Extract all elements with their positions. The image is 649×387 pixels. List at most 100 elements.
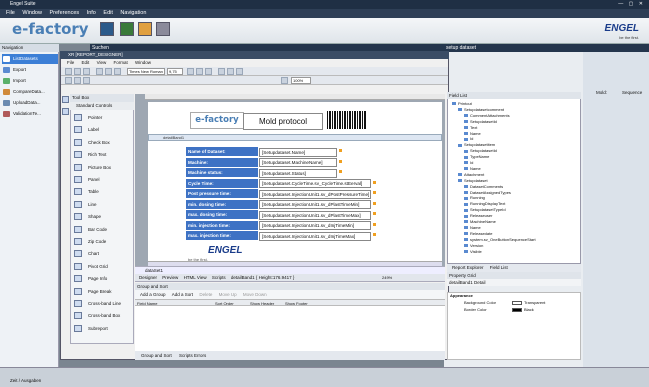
report-icon[interactable] <box>138 22 152 36</box>
field-tree-item[interactable]: SetupdatasetTypeId <box>464 207 506 212</box>
menu-info[interactable]: Info <box>87 10 96 16</box>
new-icon[interactable] <box>65 68 72 75</box>
menu-edit[interactable]: Edit <box>103 10 112 16</box>
nav-item-export[interactable]: Export <box>2 65 58 75</box>
field-tree-item[interactable]: Text <box>464 125 477 130</box>
window-controls[interactable]: — ▢ ✕ <box>618 1 645 7</box>
open-icon[interactable] <box>74 68 81 75</box>
report-value-field[interactable]: [Setupdataset.Name] <box>259 147 337 157</box>
settings-icon[interactable] <box>156 22 170 36</box>
smart-tag-icon[interactable] <box>373 201 376 205</box>
field-tree-item[interactable]: Version <box>464 243 483 248</box>
align-right-icon[interactable] <box>236 68 243 75</box>
underline-icon[interactable] <box>205 68 212 75</box>
field-tree-item[interactable]: Name <box>464 166 481 171</box>
toolbox-section[interactable]: Standard Controls <box>70 102 134 110</box>
report-value-field[interactable]: [Setupdataset.InjectionUnit1.sv_dPlastTi… <box>259 210 371 220</box>
prop-border[interactable]: Border Color Black <box>450 307 578 313</box>
designer-menu-window[interactable]: Window <box>135 60 151 65</box>
report-value-field[interactable]: [Setupdataset.InjectionUnit1.sv_dInjTime… <box>259 231 371 241</box>
tool-bar-code[interactable]: Bar Code <box>74 224 132 235</box>
report-label[interactable]: Cycle Time: <box>186 178 258 189</box>
dashboard-icon[interactable] <box>100 22 114 36</box>
tool-line[interactable]: Line <box>74 199 132 210</box>
field-tree-item[interactable]: DatasetAssignedTypes <box>464 190 511 195</box>
undo-icon[interactable] <box>105 68 112 75</box>
fieldlist-tab-icon[interactable] <box>62 108 69 115</box>
field-tree-item[interactable]: Setupdatasetcomment <box>458 107 504 112</box>
save-icon[interactable] <box>83 68 90 75</box>
tool-cross-band-line[interactable]: Cross-band Line <box>74 298 132 309</box>
nav-item-validation[interactable]: ValidationTe... <box>2 109 58 119</box>
zoom-icon[interactable] <box>281 77 288 84</box>
report-label[interactable]: min. dosing time: <box>186 199 258 210</box>
redo-icon[interactable] <box>114 68 121 75</box>
report-engel-logo[interactable]: ENGEL <box>208 245 242 256</box>
menu-navigation[interactable]: Navigation <box>120 10 146 16</box>
report-value-field[interactable]: [Setupdataset.InjectionUnit1.sv_dPostPre… <box>259 189 371 199</box>
smart-tag-icon[interactable] <box>373 233 376 236</box>
field-tree-item[interactable]: CommentAttachments <box>464 113 510 118</box>
nav-item-listdatasets[interactable]: ListDatasets <box>2 54 58 64</box>
smart-tag-icon[interactable] <box>339 170 342 173</box>
move-up-button[interactable]: Move Up <box>219 292 237 297</box>
tab-scripts-errors[interactable]: Scripts Errors <box>179 353 206 358</box>
delete-button[interactable]: Delete <box>199 292 212 297</box>
tool-picture-box[interactable]: Picture Box <box>74 162 132 173</box>
size-icon[interactable] <box>83 77 90 84</box>
detail-band[interactable]: detailBand1 <box>148 134 442 141</box>
field-tree-item[interactable]: SetupdatasetId <box>464 148 497 153</box>
tool-shape[interactable]: Shape <box>74 211 132 222</box>
field-tree-item[interactable]: Setupdataset <box>458 178 488 183</box>
field-tree-item[interactable]: Releasedate <box>464 231 492 236</box>
tool-pointer[interactable]: Pointer <box>74 112 132 123</box>
field-tree-item[interactable]: system.sv_OneButtonSequenceStart <box>464 237 536 242</box>
field-tree-item[interactable]: RunningDisplayText <box>464 201 505 206</box>
field-tree-item[interactable]: Releaseuser <box>464 213 492 218</box>
designer-menu-format[interactable]: Format <box>114 60 128 65</box>
tool-table[interactable]: Table <box>74 186 132 197</box>
tab-report-explorer[interactable]: Report Explorer <box>452 265 484 270</box>
tab-html-view[interactable]: HTML View <box>184 275 207 280</box>
menu-preferences[interactable]: Preferences <box>50 10 80 16</box>
tool-check-box[interactable]: Check Box <box>74 137 132 148</box>
menu-window[interactable]: Window <box>22 10 42 16</box>
dataset-tab[interactable]: dataSet1 <box>135 266 445 274</box>
smart-tag-icon[interactable] <box>373 191 376 194</box>
report-label[interactable]: min. injection time: <box>186 220 258 231</box>
field-tree-item[interactable]: Visible <box>464 249 482 254</box>
tool-pivot-grid[interactable]: Pivot Grid <box>74 261 132 272</box>
add-sort-button[interactable]: Add a Sort <box>172 292 193 297</box>
report-value-field[interactable]: [Setupdataset.InjectionUnit1.sv_dInjTime… <box>259 221 371 230</box>
tool-rich-text[interactable]: Rich Text <box>74 149 132 160</box>
smart-tag-icon[interactable] <box>339 149 342 152</box>
report-label[interactable]: Machine status: <box>186 168 258 178</box>
align-left-icon[interactable] <box>218 68 225 75</box>
prop-background[interactable]: Background Color Transparent <box>450 300 578 306</box>
bold-icon[interactable] <box>187 68 194 75</box>
report-label[interactable]: Machine: <box>186 157 258 168</box>
field-tree-item[interactable]: Name <box>464 131 481 136</box>
designer-menu-view[interactable]: View <box>97 60 107 65</box>
zoom-select[interactable]: 100% <box>291 77 311 84</box>
tab-scripts[interactable]: Scripts <box>212 275 226 280</box>
property-subject-select[interactable]: detailBand1 Detail <box>447 279 581 286</box>
italic-icon[interactable] <box>196 68 203 75</box>
smart-tag-icon[interactable] <box>339 159 342 163</box>
report-value-field[interactable]: [Setupdataset.InjectionUnit1.sv_dPlastTi… <box>259 200 371 209</box>
tool-page-break[interactable]: Page Break <box>74 286 132 297</box>
report-value-field[interactable]: [Setupdataset.Status] <box>259 168 337 178</box>
field-tree-item[interactable]: Id <box>464 136 473 141</box>
cut-icon[interactable] <box>96 68 103 75</box>
field-tree-item[interactable]: Printout <box>452 101 472 106</box>
report-label[interactable]: Post pressure time: <box>186 189 258 199</box>
move-down-button[interactable]: Move Down <box>243 292 267 297</box>
field-tree-item[interactable]: Setupdatasetitem <box>458 142 495 147</box>
smart-tag-icon[interactable] <box>373 222 376 226</box>
tool-panel[interactable]: Panel <box>74 174 132 185</box>
toolbox-tab-icon[interactable] <box>62 96 69 103</box>
report-label[interactable]: max. dosing time: <box>186 210 258 220</box>
tool-label[interactable]: Label <box>74 124 132 135</box>
align-icon[interactable] <box>65 77 72 84</box>
field-tree-item[interactable]: TypeName <box>464 154 489 159</box>
